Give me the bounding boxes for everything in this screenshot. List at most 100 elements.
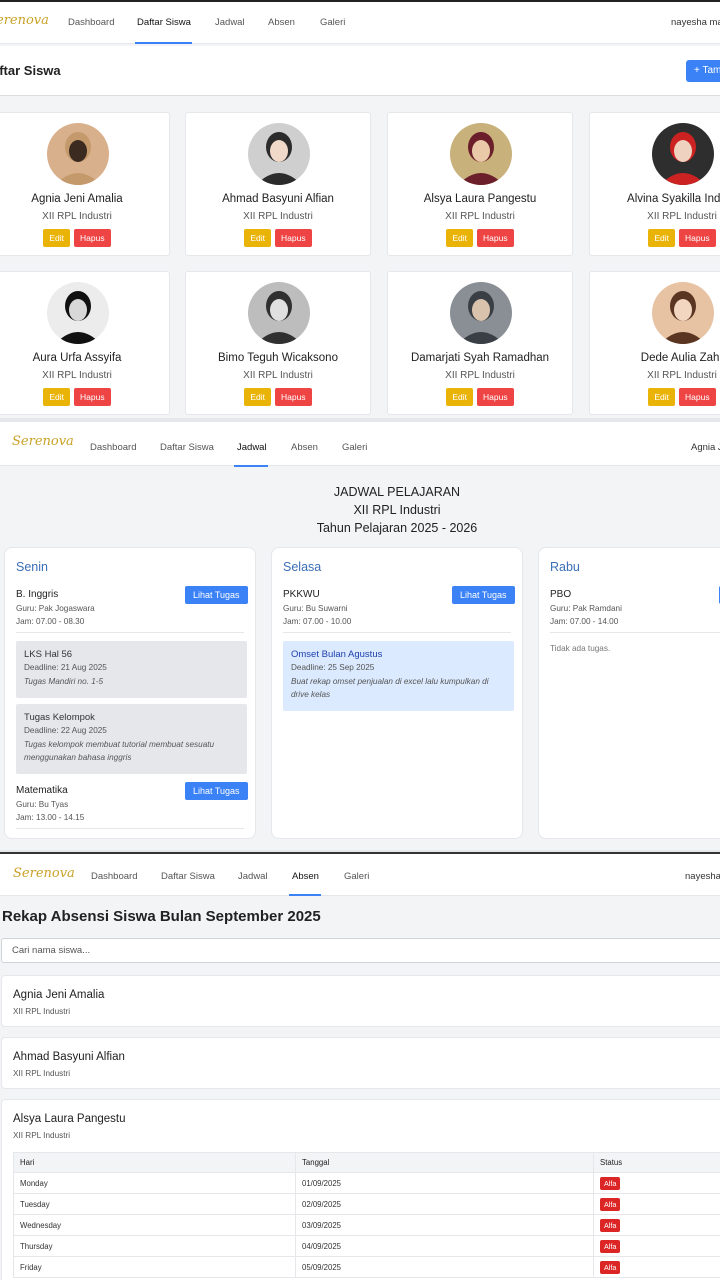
delete-button[interactable]: Hapus [477, 229, 514, 247]
lihat-tugas-button[interactable]: Lihat Tugas [452, 586, 515, 604]
student-class: XII RPL Industri [42, 211, 112, 222]
cell-status: Alfa [593, 1214, 720, 1236]
delete-button[interactable]: Hapus [74, 388, 111, 406]
top-navbar: Serenova Dashboard Daftar Siswa Jadwal A… [0, 854, 720, 896]
student-class: XII RPL Industri [647, 211, 717, 222]
student-class: XII RPL Industri [445, 211, 515, 222]
active-nav-indicator [289, 894, 321, 896]
student-name: Alsya Laura Pangestu [13, 1113, 126, 1125]
card-actions: Edit Hapus [186, 229, 370, 247]
search-input[interactable]: Cari nama siswa... [1, 938, 720, 963]
day-card-rabu: Rabu PBO Lihat Tugas Guru: Pak Ramdani J… [538, 547, 720, 839]
nav-daftar-siswa[interactable]: Daftar Siswa [161, 871, 215, 882]
cell-date: 03/09/2025 [295, 1214, 594, 1236]
student-card: Agnia Jeni Amalia XII RPL Industri Edit Hap… [0, 112, 170, 256]
student-class: XII RPL Industri [42, 370, 112, 381]
nav-jadwal[interactable]: Jadwal [237, 442, 267, 453]
nav-absen[interactable]: Absen [292, 871, 319, 882]
day-name: Rabu [550, 560, 580, 574]
task-item[interactable]: Tugas Kelompok Deadline: 22 Aug 2025 Tug… [16, 704, 247, 774]
delete-button[interactable]: Hapus [74, 229, 111, 247]
nav-jadwal[interactable]: Jadwal [215, 17, 245, 28]
student-class: XII RPL Industri [445, 370, 515, 381]
page-title: Rekap Absensi Siswa Bulan September 2025 [2, 908, 321, 925]
task-item[interactable]: LKS Hal 56 Deadline: 21 Aug 2025 Tugas M… [16, 641, 247, 698]
lihat-tugas-button[interactable]: Lihat Tugas [185, 586, 248, 604]
cell-date: 01/09/2025 [295, 1172, 594, 1194]
task-description: Tugas Mandiri no. 1-5 [24, 677, 104, 686]
delete-button[interactable]: Hapus [679, 388, 716, 406]
subject-time: Jam: 07.00 - 10.00 [283, 617, 352, 626]
page-header: aftar Siswa + Tam [0, 46, 720, 96]
student-card: Damarjati Syah Ramadhan XII RPL Industri E… [387, 271, 573, 415]
student-name: Aura Urfa Assyifa [32, 352, 122, 364]
nav-galeri[interactable]: Galeri [344, 871, 369, 882]
edit-button[interactable]: Edit [648, 229, 676, 247]
edit-button[interactable]: Edit [43, 229, 71, 247]
status-badge: Alfa [600, 1260, 621, 1274]
delete-button[interactable]: Hapus [679, 229, 716, 247]
delete-button[interactable]: Hapus [275, 388, 312, 406]
edit-button[interactable]: Edit [648, 388, 676, 406]
nav-absen[interactable]: Absen [291, 442, 318, 453]
schedule-class: XII RPL Industri [353, 503, 441, 517]
nav-dashboard[interactable]: Dashboard [90, 442, 136, 453]
edit-button[interactable]: Edit [446, 229, 474, 247]
delete-button[interactable]: Hapus [275, 229, 312, 247]
add-student-button[interactable]: + Tam [686, 60, 720, 82]
cell-date: 04/09/2025 [295, 1235, 594, 1257]
schedule-year: Tahun Pelajaran 2025 - 2026 [316, 521, 478, 535]
day-name: Senin [16, 560, 48, 574]
user-name[interactable]: nayesha mal [671, 17, 720, 28]
student-card: Aura Urfa Assyifa XII RPL Industri Edit Hap… [0, 271, 170, 415]
edit-button[interactable]: Edit [446, 388, 474, 406]
subject-teacher: Guru: Bu Tyas [16, 800, 69, 809]
edit-button[interactable]: Edit [43, 388, 71, 406]
brand-logo[interactable]: Serenova [12, 434, 74, 449]
subject-teacher: Guru: Pak Jogaswara [16, 604, 95, 613]
nav-dashboard[interactable]: Dashboard [91, 871, 137, 882]
card-actions: Edit Hapus [590, 388, 720, 406]
screen-daftar-siswa: erenova Dashboard Daftar Siswa Jadwal Ab… [0, 0, 720, 418]
student-class: XII RPL Industri [243, 211, 313, 222]
nav-daftar-siswa[interactable]: Daftar Siswa [160, 442, 214, 453]
avatar [450, 282, 512, 344]
brand-logo[interactable]: erenova [0, 13, 49, 28]
student-class: XII RPL Industri [13, 1131, 71, 1140]
nav-galeri[interactable]: Galeri [320, 17, 345, 28]
card-actions: Edit Hapus [388, 229, 572, 247]
edit-button[interactable]: Edit [244, 229, 272, 247]
student-name: Alsya Laura Pangestu [423, 193, 537, 205]
status-badge: Alfa [600, 1239, 621, 1253]
user-name[interactable]: Agnia J [691, 442, 720, 453]
avatar [47, 282, 109, 344]
edit-button[interactable]: Edit [244, 388, 272, 406]
nav-jadwal[interactable]: Jadwal [238, 871, 268, 882]
top-navbar: erenova Dashboard Daftar Siswa Jadwal Ab… [0, 2, 720, 44]
card-actions: Edit Hapus [186, 388, 370, 406]
task-item[interactable]: Omset Bulan Agustus Deadline: 25 Sep 202… [283, 641, 514, 711]
student-attendance-card[interactable]: Ahmad Basyuni Alfian XII RPL Industri [1, 1037, 720, 1089]
user-name[interactable]: nayesha [685, 871, 720, 882]
student-card: Alsya Laura Pangestu XII RPL Industri Edit… [387, 112, 573, 256]
student-attendance-card[interactable]: Alsya Laura Pangestu XII RPL Industri Ha… [1, 1099, 720, 1280]
student-attendance-card[interactable]: Agnia Jeni Amalia XII RPL Industri [1, 975, 720, 1027]
nav-daftar-siswa[interactable]: Daftar Siswa [137, 17, 191, 28]
student-card: Alvina Syakilla Indriar XII RPL Industri E… [589, 112, 720, 256]
avatar [248, 282, 310, 344]
nav-dashboard[interactable]: Dashboard [68, 17, 114, 28]
task-description: Buat rekap omset penjualan di excel lalu… [291, 677, 489, 699]
nav-galeri[interactable]: Galeri [342, 442, 367, 453]
table-header-row: Hari Tanggal Status [13, 1152, 720, 1173]
attendance-table: Hari Tanggal Status Monday 01/09/2025 Alfa… [13, 1152, 720, 1278]
delete-button[interactable]: Hapus [477, 388, 514, 406]
student-class: XII RPL Industri [13, 1069, 71, 1078]
subject-name: B. Inggris [16, 589, 59, 600]
column-header-status: Status [593, 1152, 720, 1173]
nav-absen[interactable]: Absen [268, 17, 295, 28]
avatar [652, 123, 714, 185]
task-deadline: Deadline: 21 Aug 2025 [24, 663, 107, 672]
lihat-tugas-button[interactable]: Lihat Tugas [185, 782, 248, 800]
brand-logo[interactable]: Serenova [13, 866, 75, 881]
subject-name: Matematika [16, 785, 68, 796]
